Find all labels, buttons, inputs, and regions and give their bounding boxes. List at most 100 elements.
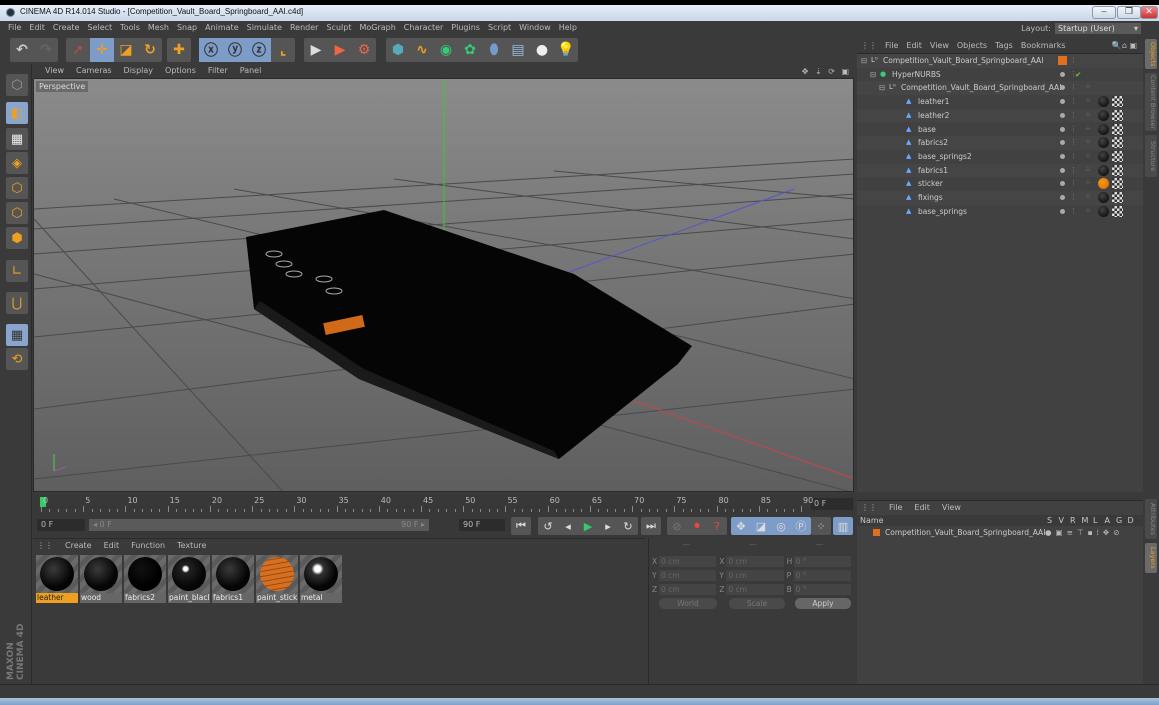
- phong-tag-icon[interactable]: ⁘: [1085, 164, 1091, 177]
- start-frame-field[interactable]: 0 F: [37, 519, 85, 531]
- deformer-icon[interactable]: ⬮: [482, 38, 506, 62]
- menu-render[interactable]: Render: [290, 21, 318, 35]
- viewport-menu-display[interactable]: Display: [124, 64, 154, 78]
- expand-toggle-icon[interactable]: ⊟: [870, 68, 876, 81]
- restore-button[interactable]: ❐: [1117, 6, 1141, 19]
- object-row[interactable]: ▲ fabrics2 ⋮ ⁘: [857, 136, 1143, 150]
- menu-help[interactable]: Help: [559, 21, 577, 35]
- material-paint_black[interactable]: paint_blacl: [168, 555, 210, 603]
- material-paint_sticker[interactable]: paint_stick: [256, 555, 298, 603]
- uvw-tag-icon[interactable]: [1112, 205, 1123, 217]
- tab-attributes[interactable]: Attributes: [1145, 499, 1157, 539]
- menu-tools[interactable]: Tools: [120, 21, 140, 35]
- current-frame-field[interactable]: 0 F: [811, 498, 853, 510]
- workplane-icon[interactable]: ◈: [6, 152, 28, 174]
- points-mode-icon[interactable]: ⬡: [6, 177, 28, 199]
- x-axis-lock-icon[interactable]: ⓧ: [199, 38, 223, 62]
- minimize-button[interactable]: ‒: [1092, 6, 1116, 19]
- texture-tag-icon[interactable]: [1098, 109, 1109, 121]
- coordinate-field-b[interactable]: B0 °: [787, 584, 851, 595]
- material-menu-create[interactable]: Create: [65, 539, 92, 553]
- object-menu-view[interactable]: View: [930, 37, 949, 54]
- go-to-start-icon[interactable]: ⏮: [511, 517, 531, 535]
- editor-visibility-dot[interactable]: [1060, 181, 1065, 187]
- viewport-menu-view[interactable]: View: [45, 64, 64, 78]
- viewport-menu-panel[interactable]: Panel: [240, 64, 262, 78]
- coordinate-field-x[interactable]: X0 cm: [719, 556, 784, 567]
- coordinate-field-p[interactable]: P0 °: [787, 570, 851, 581]
- key-rotation-icon[interactable]: ◎: [771, 517, 791, 535]
- apply-button[interactable]: Apply: [795, 598, 851, 609]
- menu-snap[interactable]: Snap: [177, 21, 197, 35]
- live-selection-icon[interactable]: ➚: [66, 38, 90, 62]
- coordinate-field-h[interactable]: H0 °: [787, 556, 851, 567]
- editor-visibility-dot[interactable]: [1060, 140, 1065, 146]
- layer-column-l[interactable]: L: [1093, 515, 1097, 526]
- editor-visibility-dot[interactable]: [1060, 112, 1065, 118]
- coordinate-mode-dropdown[interactable]: World: [659, 598, 717, 609]
- layer-column-v[interactable]: V: [1059, 515, 1064, 526]
- texture-tag-icon[interactable]: [1098, 192, 1109, 203]
- uvw-tag-icon[interactable]: [1112, 137, 1123, 149]
- phong-tag-icon[interactable]: ⁘: [1085, 205, 1091, 218]
- menu-animate[interactable]: Animate: [205, 21, 239, 35]
- menu-script[interactable]: Script: [488, 21, 511, 35]
- object-row[interactable]: ▲ base_springs2 ⋮ ⁘: [857, 150, 1143, 164]
- axis-mode-icon[interactable]: ∟: [6, 260, 28, 282]
- object-menu-tags[interactable]: Tags: [995, 37, 1013, 54]
- coordinate-field-y[interactable]: Y 0 cm: [719, 570, 784, 581]
- uvw-tag-icon[interactable]: [1112, 123, 1123, 135]
- object-row[interactable]: ▲ leather1 ⋮ ⁘: [857, 95, 1143, 109]
- camera-icon[interactable]: ●: [530, 38, 554, 62]
- render-visibility-dots[interactable]: ⋮: [1070, 81, 1077, 94]
- object-row[interactable]: ▲ sticker ⋮ ⁘: [857, 177, 1143, 191]
- light-icon[interactable]: 💡: [554, 38, 578, 62]
- model-mode-icon[interactable]: ◧: [6, 102, 28, 124]
- object-row[interactable]: ⊟ L⁰ Competition_Vault_Board_Springboard_A…: [857, 81, 1143, 96]
- tab-objects[interactable]: Objects: [1145, 39, 1157, 69]
- redo-icon[interactable]: ↷: [34, 38, 58, 62]
- texture-mode-icon[interactable]: ▦: [6, 128, 28, 150]
- timeline-ruler[interactable]: 0 F 0 5 10 15 20 25 30 35 40 45 50 55 60 65 70 75 80 85 90: [33, 494, 855, 516]
- layer-menu-edit[interactable]: Edit: [914, 501, 930, 515]
- floor-icon[interactable]: ▤: [506, 38, 530, 62]
- object-row[interactable]: ▲ base ⋮ ⁘: [857, 123, 1143, 137]
- object-row[interactable]: ⊟ ● HyperNURBS ⋮ ✔: [857, 68, 1143, 82]
- undo-icon[interactable]: ↶: [10, 38, 34, 62]
- material-wood[interactable]: wood: [80, 555, 122, 603]
- phong-tag-icon[interactable]: ⁘: [1085, 95, 1091, 108]
- phong-tag-icon[interactable]: ⁘: [1085, 123, 1091, 136]
- uvw-tag-icon[interactable]: [1112, 150, 1123, 162]
- rotate-icon[interactable]: ↻: [138, 38, 162, 62]
- object-row[interactable]: ▲ leather2 ⋮ ⁘: [857, 108, 1143, 123]
- material-leather[interactable]: leather: [36, 555, 78, 603]
- editor-visibility-dot[interactable]: [1060, 208, 1065, 214]
- uvw-tag-icon[interactable]: [1112, 96, 1123, 108]
- render-visibility-dots[interactable]: ⋮: [1070, 123, 1077, 136]
- render-visibility-dots[interactable]: ⋮: [1070, 95, 1077, 108]
- material-fabrics1[interactable]: fabrics1: [212, 555, 254, 603]
- uvw-tag-icon[interactable]: [1112, 109, 1123, 121]
- key-position-icon[interactable]: ✥: [731, 517, 751, 535]
- layer-column-d[interactable]: D: [1128, 515, 1134, 526]
- spline-icon[interactable]: ∿: [410, 38, 434, 62]
- texture-tag-icon[interactable]: [1098, 123, 1109, 135]
- coordinate-field-x[interactable]: X0 cm: [652, 556, 717, 567]
- key-parameter-icon[interactable]: Ⓟ: [791, 517, 811, 535]
- texture-tag-icon[interactable]: [1098, 150, 1109, 162]
- tab-structure[interactable]: Structure: [1145, 135, 1157, 177]
- render-view-icon[interactable]: ▶: [304, 38, 328, 62]
- texture-tag-icon[interactable]: [1098, 178, 1109, 190]
- render-visibility-dots[interactable]: ⋮: [1070, 205, 1077, 218]
- enabled-check-icon[interactable]: ✔: [1075, 68, 1081, 81]
- add-object-icon[interactable]: ✚: [167, 38, 191, 62]
- phong-tag-icon[interactable]: ⁘: [1085, 191, 1091, 204]
- menu-mograph[interactable]: MoGraph: [359, 21, 395, 35]
- layer-column-name[interactable]: Name: [860, 515, 884, 526]
- menu-window[interactable]: Window: [519, 21, 551, 35]
- tab-layers[interactable]: Layers: [1145, 543, 1157, 573]
- phong-tag-icon[interactable]: ⁘: [1085, 81, 1091, 94]
- render-visibility-dots[interactable]: ⋮: [1070, 150, 1077, 163]
- editor-visibility-dot[interactable]: [1060, 167, 1065, 173]
- coordinate-field-z[interactable]: Z0 cm: [652, 584, 717, 595]
